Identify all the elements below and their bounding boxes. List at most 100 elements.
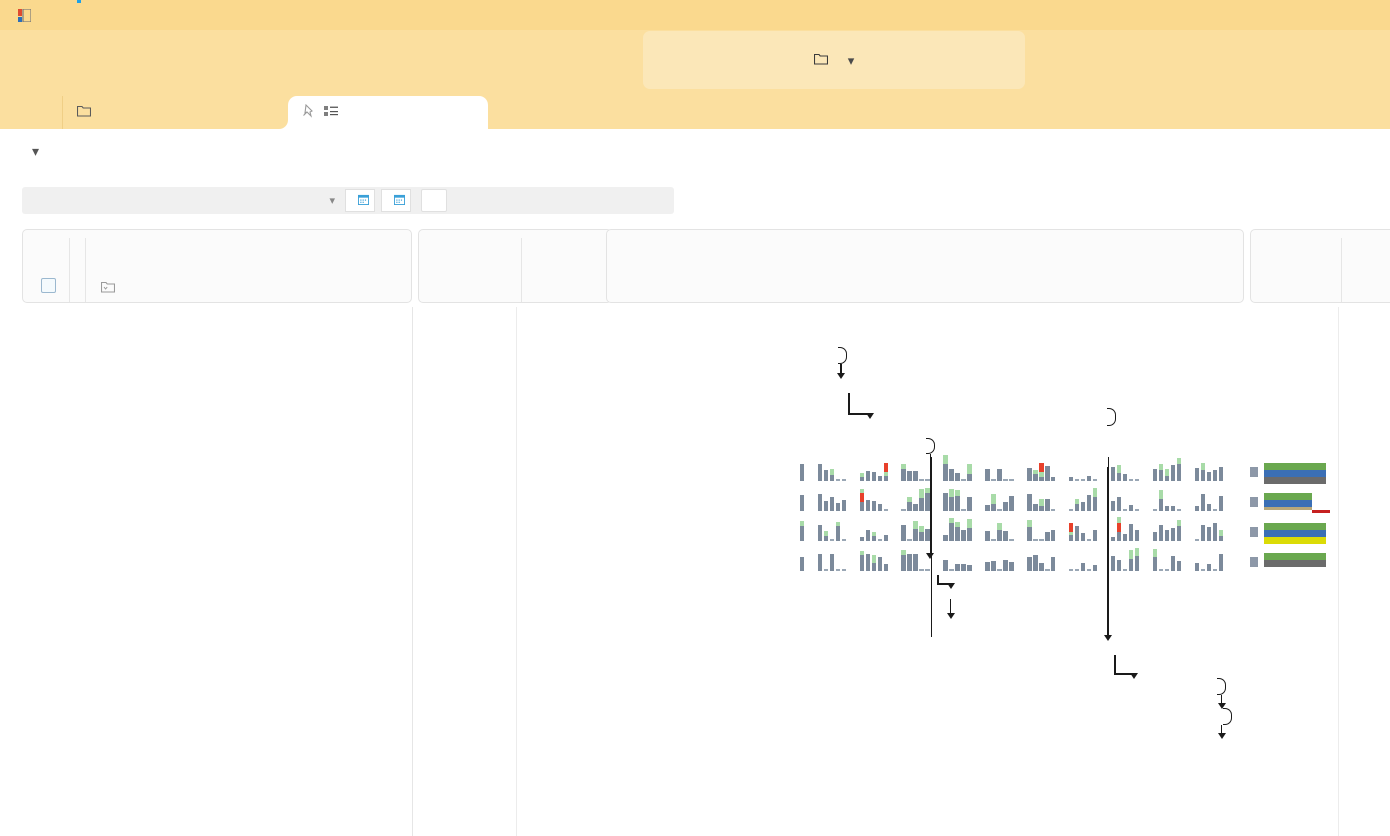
gantt-bar-end-hook	[1222, 708, 1232, 725]
resource-histogram-bar	[1158, 499, 1164, 511]
resource-histogram-bar	[883, 476, 888, 481]
resource-histogram-available	[913, 521, 918, 529]
select-all-checkbox[interactable]	[41, 278, 56, 293]
resource-histogram-bar	[1152, 532, 1158, 541]
resource-histogram-bar	[799, 557, 805, 571]
resource-histogram-bar	[1170, 556, 1176, 571]
zeitraum-mode-select[interactable]: ▾	[170, 187, 345, 214]
gl-auslastung-bar-segment	[1264, 530, 1327, 537]
resource-histogram-available	[1027, 520, 1032, 527]
gantt-dependency-link	[930, 457, 933, 637]
resource-histogram-bar	[841, 539, 846, 541]
resource-histogram-bar	[913, 471, 918, 481]
gl-auslastung-row-stub	[1250, 497, 1258, 507]
add-tab-button[interactable]	[16, 96, 44, 129]
nav-item-projekte[interactable]	[77, 0, 81, 30]
resource-histogram-bar	[877, 557, 882, 571]
gantt-chart[interactable]	[607, 307, 1243, 836]
resource-histogram-available	[1152, 549, 1158, 557]
date-to-input[interactable]	[381, 189, 411, 212]
gl-auslastung-bar-segment	[1264, 493, 1313, 500]
resource-histogram-bar	[1081, 502, 1086, 511]
resource-histogram-bar	[841, 569, 846, 571]
tab-stammdaten[interactable]	[62, 96, 262, 129]
resource-histogram-bar	[823, 501, 829, 511]
resource-histogram-available	[925, 488, 930, 493]
tab-projektplan[interactable]	[288, 96, 488, 129]
resource-histogram-bar	[1176, 464, 1182, 481]
resource-histogram-bar	[1033, 539, 1038, 541]
resource-histogram-bar	[985, 505, 990, 511]
resource-histogram-overload	[1116, 523, 1122, 532]
resource-histogram-bar	[1122, 474, 1128, 481]
gantt-dependency-arrow	[946, 613, 955, 619]
resource-histogram-available	[1033, 470, 1038, 474]
resource-histogram-bar	[877, 504, 882, 511]
resource-histogram-bar	[955, 496, 960, 511]
column-divider-name	[412, 307, 413, 836]
resource-histogram-bar	[841, 500, 846, 511]
resource-histogram-available	[943, 455, 948, 464]
resource-histogram-available	[1176, 520, 1182, 526]
resource-histogram-available	[1039, 499, 1044, 506]
resource-histogram-overload	[859, 493, 864, 502]
calendar-icon[interactable]	[358, 194, 369, 208]
resource-histogram-bar	[1116, 497, 1122, 511]
resource-histogram-available	[907, 497, 912, 502]
resource-histogram-bar	[823, 536, 829, 541]
resource-histogram-bar	[1033, 474, 1038, 481]
gl-auslastung-bar-segment	[1264, 537, 1327, 544]
resource-histogram-bar	[1194, 506, 1200, 511]
resource-histogram-bar	[1122, 569, 1128, 571]
chevron-down-icon[interactable]: ▾	[32, 143, 39, 160]
chevron-down-icon[interactable]: ▾	[848, 53, 855, 69]
resource-histogram-bar	[949, 497, 954, 511]
gantt-dependency-link	[949, 599, 952, 613]
gantt-dependency-arrow	[865, 413, 874, 419]
breadcrumb-current: ▾	[813, 52, 855, 70]
gantt-bar-end-hook	[1106, 408, 1116, 426]
resource-histogram-bar	[1212, 470, 1218, 481]
resource-histogram-available	[901, 464, 906, 469]
resource-histogram-bar	[1206, 564, 1212, 571]
resource-histogram-bar	[1200, 470, 1206, 481]
resource-histogram-available	[1200, 463, 1206, 470]
resource-histogram-available	[919, 489, 924, 498]
name-column-header[interactable]	[100, 281, 125, 296]
resource-histogram-available	[823, 531, 829, 536]
name-column-header-box	[22, 229, 412, 303]
duration-status-header-box	[418, 229, 612, 303]
pin-icon[interactable]	[302, 103, 316, 121]
nav-item-extern[interactable]	[121, 0, 125, 30]
resource-histogram-bar	[991, 479, 996, 481]
resource-histogram-bar	[1087, 539, 1092, 541]
resource-histogram-bar	[943, 560, 948, 571]
resource-histogram-bar	[919, 479, 924, 481]
nav-item-intern[interactable]	[99, 0, 103, 30]
resource-histogram-available	[835, 522, 840, 526]
resource-histogram-bar	[1116, 560, 1122, 571]
resource-histogram-available	[871, 532, 876, 536]
resource-histogram-overload	[1039, 463, 1044, 472]
resource-histogram-bar	[919, 569, 924, 571]
refresh-button[interactable]	[421, 189, 447, 212]
calendar-icon[interactable]	[394, 194, 405, 208]
resource-histogram-bar	[1110, 537, 1116, 541]
resource-histogram-bar	[967, 474, 972, 481]
gantt-dependency-arrow	[1217, 733, 1226, 739]
nav-item-mein-bereich[interactable]	[55, 0, 59, 30]
date-from-input[interactable]	[345, 189, 375, 212]
resource-histogram-bar	[871, 501, 876, 511]
resource-histogram-bar	[817, 554, 823, 571]
resource-histogram-available	[967, 519, 972, 528]
gl-column-divider	[1338, 307, 1339, 836]
gl-auslastung-row-stub	[1250, 527, 1258, 537]
gantt-dependency-link	[847, 393, 850, 413]
resource-histogram-bar	[1093, 479, 1098, 481]
resource-histogram-available	[991, 494, 996, 504]
resource-histogram-bar	[1194, 563, 1200, 571]
gl-auslastung-bar-segment	[1264, 470, 1327, 477]
gantt-dependency-arrow	[946, 583, 955, 589]
resource-histogram-bar	[835, 569, 840, 571]
resource-histogram-available	[871, 555, 876, 563]
